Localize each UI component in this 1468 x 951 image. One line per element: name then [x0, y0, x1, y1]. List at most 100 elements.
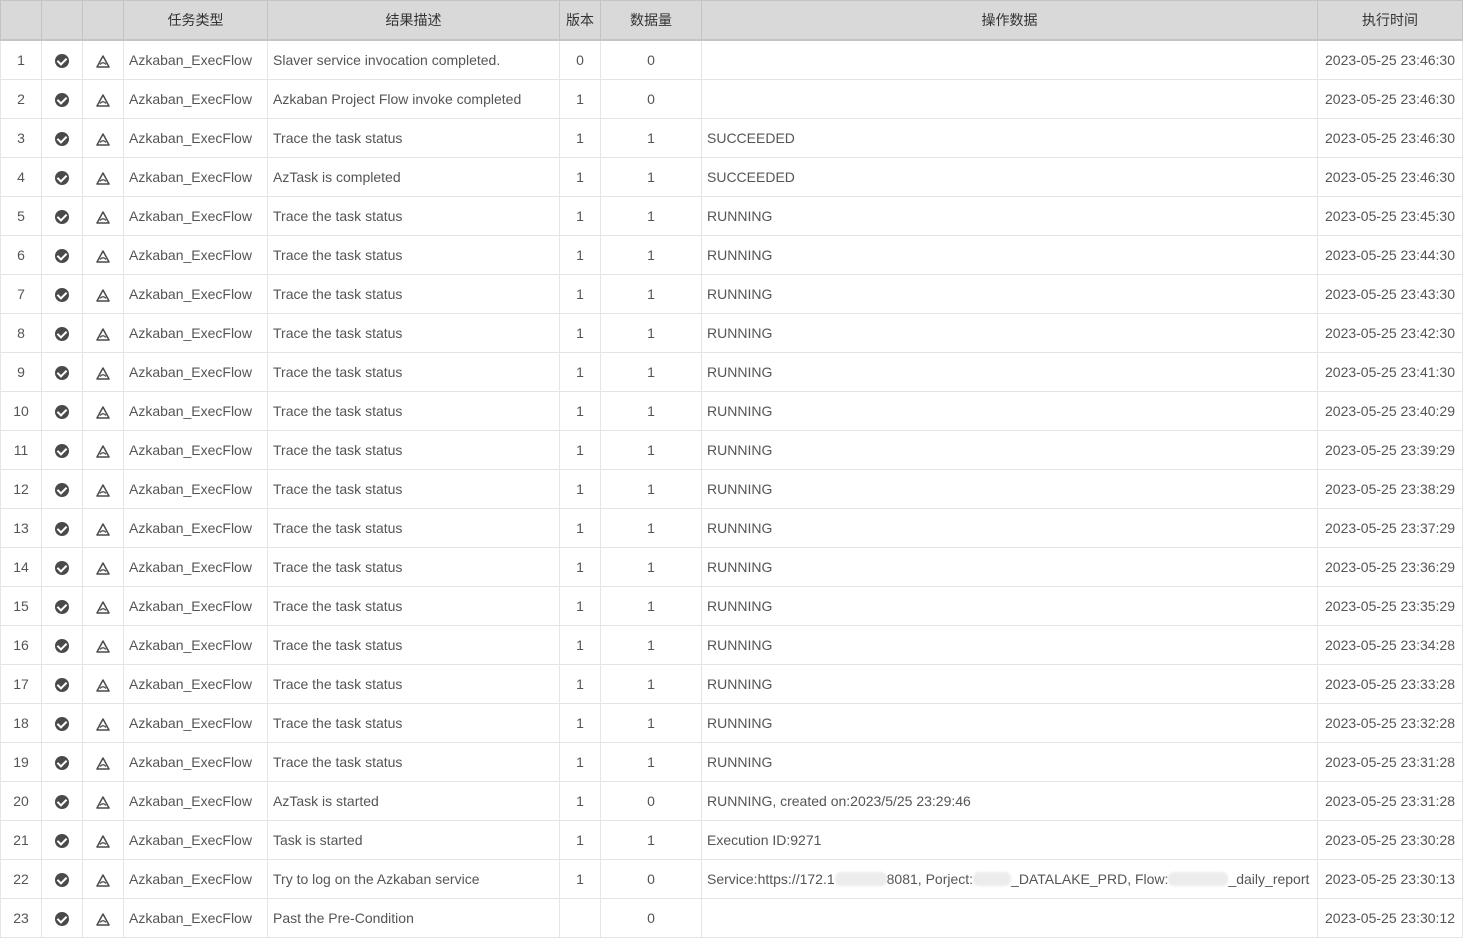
- azkaban-flow-icon: [96, 94, 110, 107]
- row-index: 20: [0, 781, 42, 821]
- task-icon-cell: [82, 586, 124, 626]
- result-description-cell: Azkaban Project Flow invoke completed: [267, 79, 560, 119]
- data-count-cell: 0: [600, 79, 702, 119]
- result-description-cell: AzTask is started: [267, 781, 560, 821]
- version-cell: 1: [559, 352, 601, 392]
- check-circle-icon: [55, 444, 69, 459]
- execution-time-cell: 2023-05-25 23:46:30: [1317, 39, 1463, 80]
- table-row[interactable]: 21 Azkaban_ExecFlow Task is started 1 1 Execu…: [0, 820, 1463, 860]
- operation-data-segment: _daily_report: [1228, 871, 1310, 887]
- check-circle-icon: [55, 405, 69, 420]
- row-index: 21: [0, 820, 42, 860]
- version-cell: 1: [559, 274, 601, 314]
- table-row[interactable]: 7 Azkaban_ExecFlow Trace the task status 1 1…: [0, 274, 1463, 314]
- operation-data-cell: [701, 898, 1318, 938]
- result-description-cell: Trace the task status: [267, 625, 560, 665]
- result-description-cell: Trace the task status: [267, 274, 560, 314]
- table-row[interactable]: 14 Azkaban_ExecFlow Trace the task status 1…: [0, 547, 1463, 587]
- execution-time-cell: 2023-05-25 23:30:13: [1317, 859, 1463, 899]
- azkaban-flow-icon: [96, 328, 110, 341]
- azkaban-flow-icon: [96, 640, 110, 653]
- table-row[interactable]: 12 Azkaban_ExecFlow Trace the task status 1…: [0, 469, 1463, 509]
- table-row[interactable]: 23 Azkaban_ExecFlow Past the Pre-Condition…: [0, 898, 1463, 938]
- status-cell: [41, 469, 83, 509]
- status-cell: [41, 586, 83, 626]
- header-operation-data[interactable]: 操作数据: [701, 0, 1318, 41]
- data-count-cell: 0: [600, 898, 702, 938]
- table-row[interactable]: 9 Azkaban_ExecFlow Trace the task status 1 1…: [0, 352, 1463, 392]
- check-circle-icon: [55, 795, 69, 810]
- task-icon-cell: [82, 469, 124, 509]
- status-cell: [41, 742, 83, 782]
- azkaban-flow-icon: [96, 445, 110, 458]
- check-circle-icon: [55, 678, 69, 693]
- execution-time-cell: 2023-05-25 23:46:30: [1317, 157, 1463, 197]
- azkaban-flow-icon: [96, 913, 110, 926]
- task-type-cell: Azkaban_ExecFlow: [123, 313, 268, 353]
- data-count-cell: 1: [600, 625, 702, 665]
- header-data-count[interactable]: 数据量: [600, 0, 702, 41]
- row-index: 23: [0, 898, 42, 938]
- table-row[interactable]: 15 Azkaban_ExecFlow Trace the task status 1…: [0, 586, 1463, 626]
- header-task-type[interactable]: 任务类型: [123, 0, 268, 41]
- table-row[interactable]: 19 Azkaban_ExecFlow Trace the task status 1…: [0, 742, 1463, 782]
- task-type-cell: Azkaban_ExecFlow: [123, 703, 268, 743]
- table-row[interactable]: 3 Azkaban_ExecFlow Trace the task status 1 1…: [0, 118, 1463, 158]
- row-index: 1: [0, 39, 42, 80]
- header-execution-time[interactable]: 执行时间: [1317, 0, 1463, 41]
- version-cell: [559, 898, 601, 938]
- table-row[interactable]: 18 Azkaban_ExecFlow Trace the task status 1…: [0, 703, 1463, 743]
- result-description-cell: Trace the task status: [267, 508, 560, 548]
- status-cell: [41, 859, 83, 899]
- table-row[interactable]: 6 Azkaban_ExecFlow Trace the task status 1 1…: [0, 235, 1463, 275]
- data-count-cell: 1: [600, 820, 702, 860]
- azkaban-flow-icon: [96, 679, 110, 692]
- table-row[interactable]: 1 Azkaban_ExecFlow Slaver service invocati…: [0, 39, 1463, 80]
- table-row[interactable]: 5 Azkaban_ExecFlow Trace the task status 1 1…: [0, 196, 1463, 236]
- operation-data-cell: RUNNING: [701, 430, 1318, 470]
- task-icon-cell: [82, 508, 124, 548]
- table-row[interactable]: 17 Azkaban_ExecFlow Trace the task status 1…: [0, 664, 1463, 704]
- status-cell: [41, 352, 83, 392]
- execution-time-cell: 2023-05-25 23:43:30: [1317, 274, 1463, 314]
- task-type-cell: Azkaban_ExecFlow: [123, 625, 268, 665]
- azkaban-flow-icon: [96, 523, 110, 536]
- result-description-cell: Trace the task status: [267, 430, 560, 470]
- azkaban-flow-icon: [96, 757, 110, 770]
- azkaban-flow-icon: [96, 289, 110, 302]
- data-count-cell: 1: [600, 430, 702, 470]
- header-result-description[interactable]: 结果描述: [267, 0, 560, 41]
- status-cell: [41, 898, 83, 938]
- task-icon-cell: [82, 313, 124, 353]
- table-row[interactable]: 10 Azkaban_ExecFlow Trace the task status 1…: [0, 391, 1463, 431]
- result-description-cell: AzTask is completed: [267, 157, 560, 197]
- operation-data-segment: 8081, Porject:: [886, 871, 974, 887]
- table-row[interactable]: 4 Azkaban_ExecFlow AzTask is completed 1 1 SU…: [0, 157, 1463, 197]
- table-row[interactable]: 11 Azkaban_ExecFlow Trace the task status 1…: [0, 430, 1463, 470]
- task-type-cell: Azkaban_ExecFlow: [123, 898, 268, 938]
- status-cell: [41, 625, 83, 665]
- result-description-cell: Trace the task status: [267, 313, 560, 353]
- check-circle-icon: [55, 756, 69, 771]
- operation-data-cell: RUNNING: [701, 352, 1318, 392]
- table-row[interactable]: 20 Azkaban_ExecFlow AzTask is started 1 0 RUN…: [0, 781, 1463, 821]
- table-row[interactable]: 13 Azkaban_ExecFlow Trace the task status 1…: [0, 508, 1463, 548]
- azkaban-flow-icon: [96, 601, 110, 614]
- data-count-cell: 1: [600, 703, 702, 743]
- table-row[interactable]: 22 Azkaban_ExecFlow Try to log on the Azka…: [0, 859, 1463, 899]
- table-row[interactable]: 16 Azkaban_ExecFlow Trace the task status 1…: [0, 625, 1463, 665]
- check-circle-icon: [55, 639, 69, 654]
- operation-data-cell: RUNNING: [701, 235, 1318, 275]
- header-version[interactable]: 版本: [559, 0, 601, 41]
- table-row[interactable]: 8 Azkaban_ExecFlow Trace the task status 1 1…: [0, 313, 1463, 353]
- azkaban-flow-icon: [96, 874, 110, 887]
- header-index[interactable]: [0, 0, 42, 41]
- table-row[interactable]: 2 Azkaban_ExecFlow Azkaban Project Flow in…: [0, 79, 1463, 119]
- operation-data-segment: _DATALAKE_PRD, Flow:: [1011, 871, 1169, 887]
- execution-time-cell: 2023-05-25 23:37:29: [1317, 508, 1463, 548]
- data-count-cell: 0: [600, 859, 702, 899]
- header-icon[interactable]: [82, 0, 124, 41]
- header-status[interactable]: [41, 0, 83, 41]
- data-count-cell: 1: [600, 469, 702, 509]
- execution-time-cell: 2023-05-25 23:45:30: [1317, 196, 1463, 236]
